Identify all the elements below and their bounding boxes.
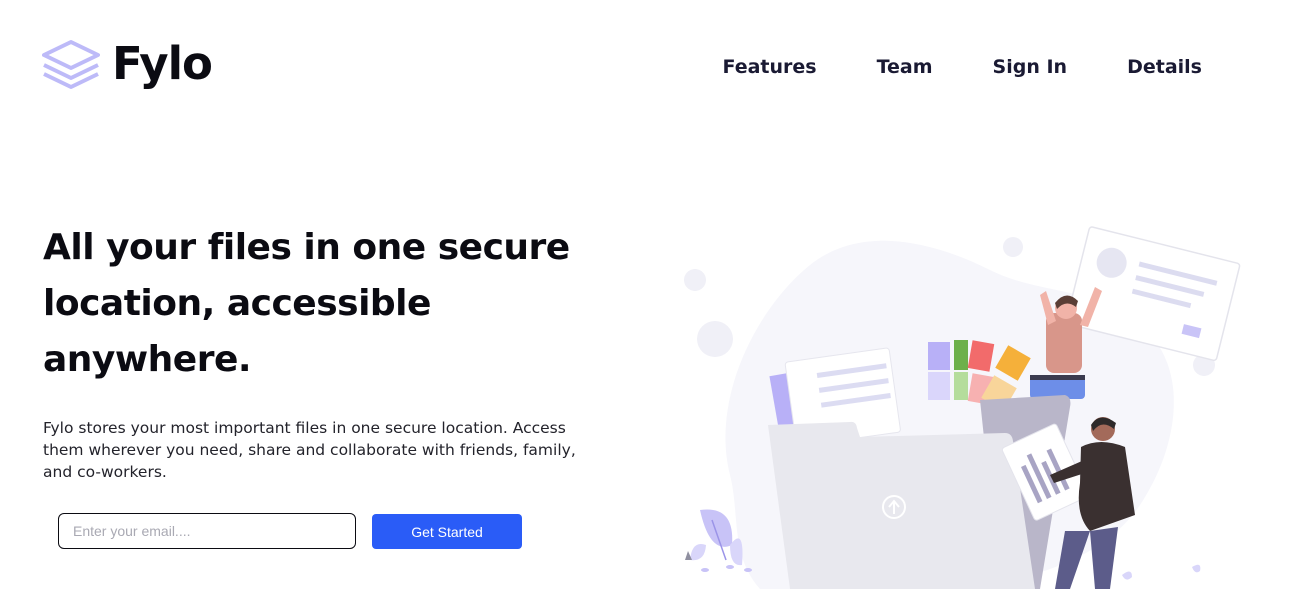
nav-team[interactable]: Team	[877, 54, 933, 80]
brand-logo[interactable]: Fylo	[42, 37, 213, 90]
nav-sign-in[interactable]: Sign In	[993, 54, 1068, 80]
get-started-button[interactable]: Get Started	[372, 514, 522, 549]
stacked-layers-icon	[42, 40, 100, 89]
main-nav: Features Team Sign In Details	[723, 54, 1203, 80]
email-input[interactable]	[58, 513, 356, 549]
brand-name: Fylo	[112, 37, 213, 90]
hero-description: Fylo stores your most important files in…	[43, 419, 576, 481]
landing-page: Fylo Features Team Sign In Details All y…	[0, 0, 1291, 589]
hero-headline: All your files in one secure location, a…	[43, 227, 570, 380]
nav-details[interactable]: Details	[1127, 54, 1202, 80]
nav-features[interactable]: Features	[723, 54, 817, 80]
people-organizing-files-illustration	[684, 226, 1241, 589]
